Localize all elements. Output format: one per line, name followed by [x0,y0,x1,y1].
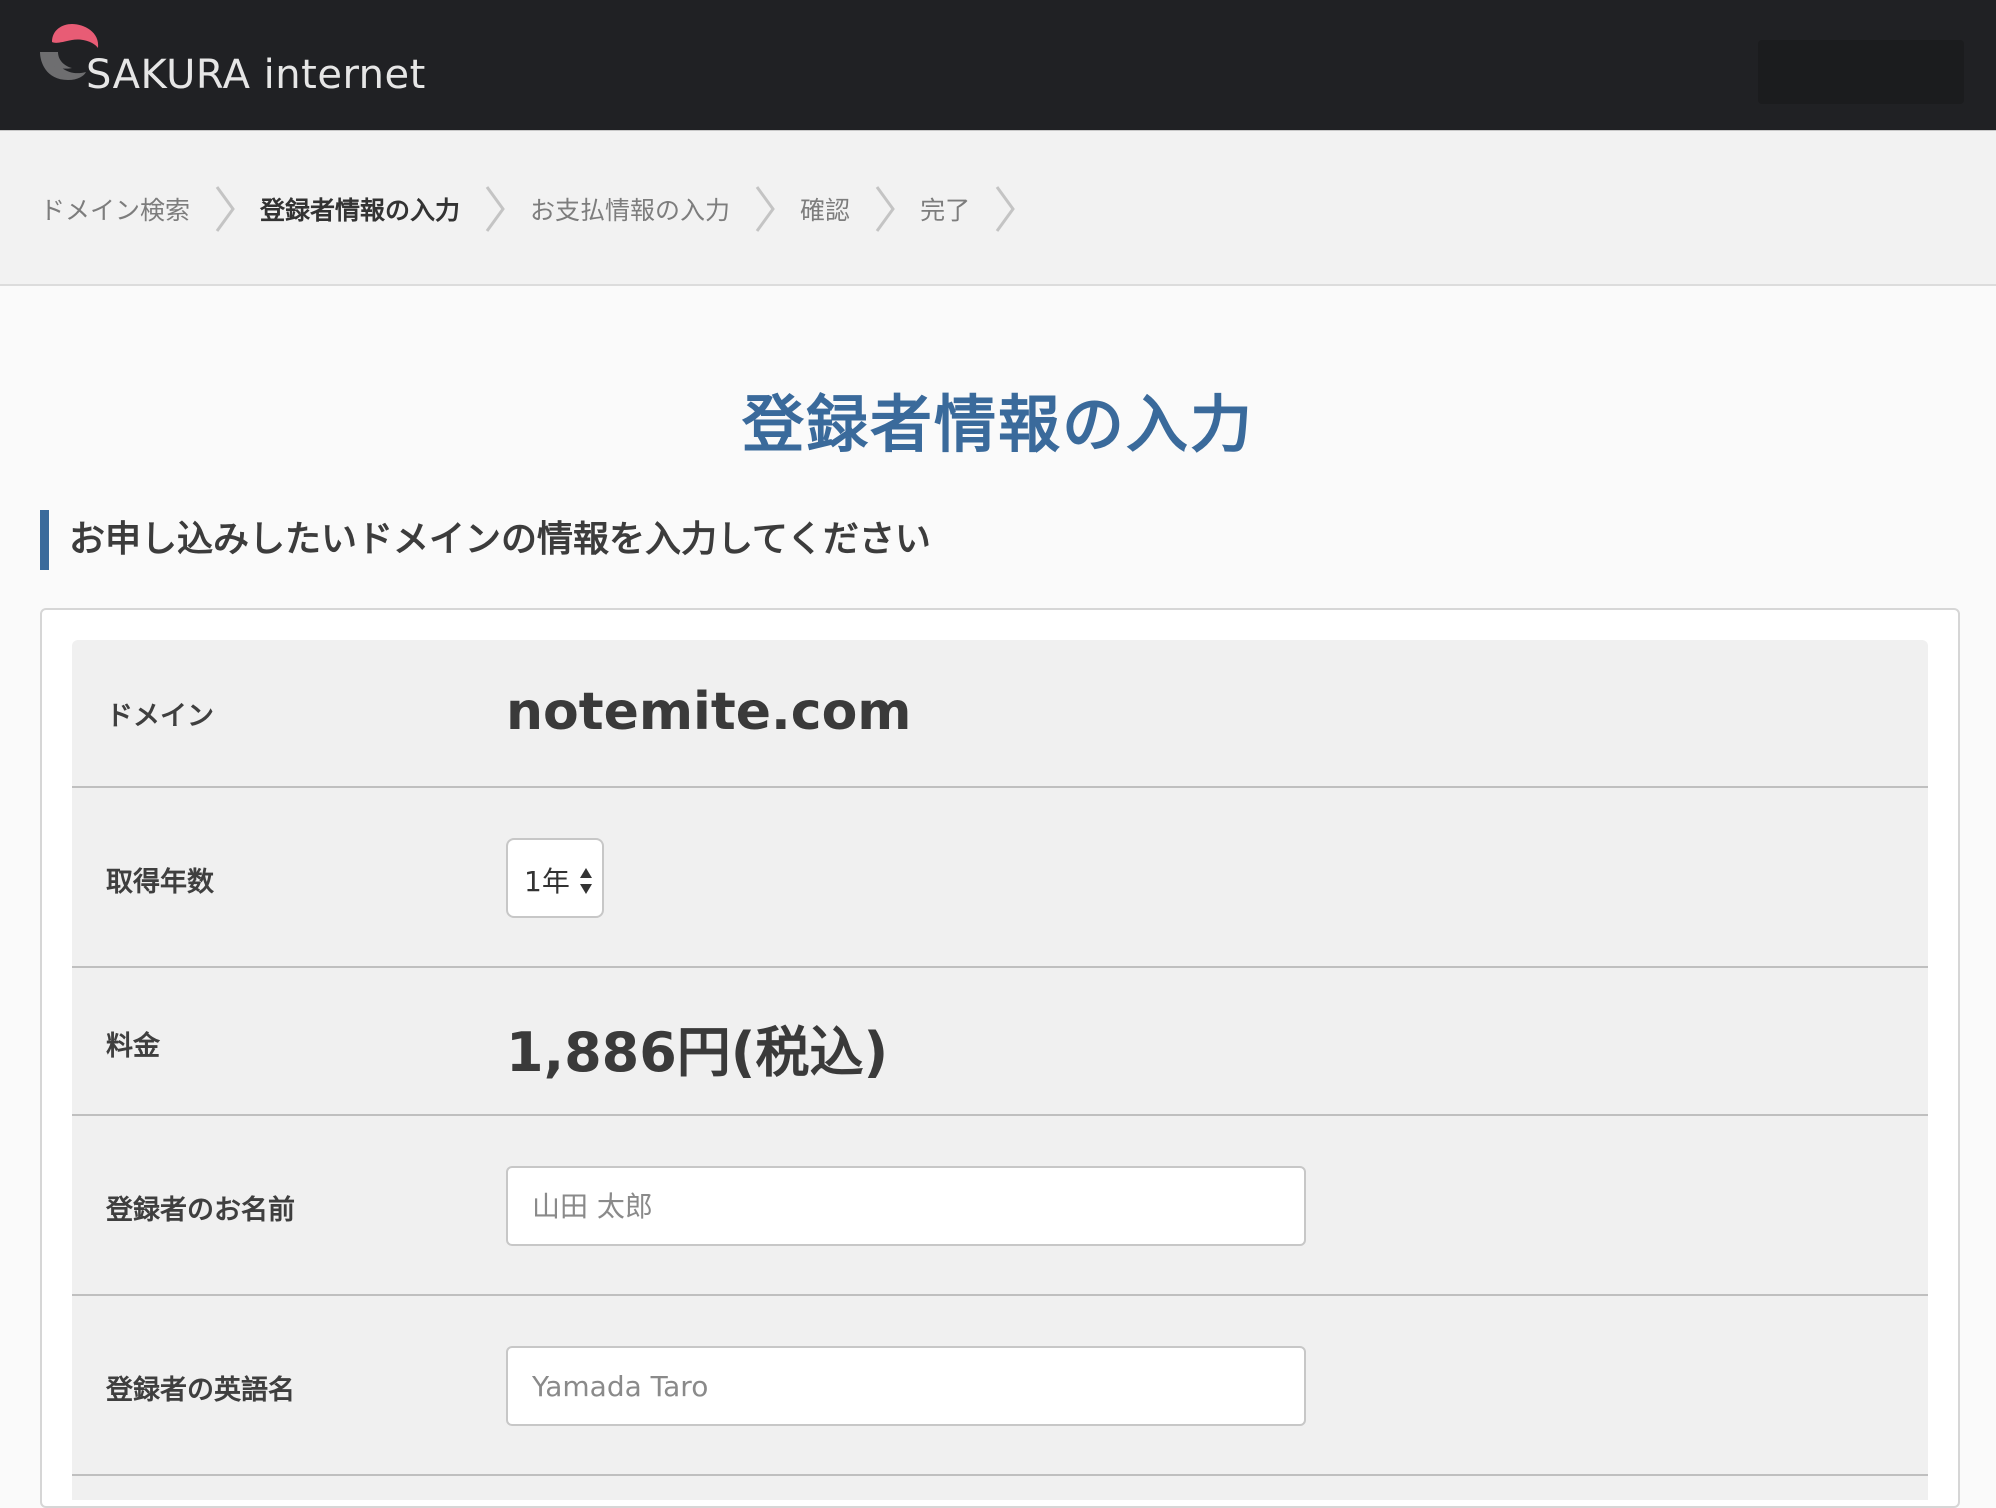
breadcrumb-step-label: 登録者情報の入力 [260,196,461,225]
breadcrumb-step-registrant-info: 登録者情報の入力 [260,185,530,233]
price-value: 1,886円(税込) [506,1021,889,1084]
chevron-right-icon [994,185,1016,233]
registrant-english-name-row: 登録者の英語名 [72,1296,1928,1476]
registration-form: ドメイン notemite.com 取得年数 1年 料金 1,886円(税込) … [72,640,1928,1500]
price-label: 料金 [106,1031,160,1062]
breadcrumb-step-confirm: 確認 [800,185,920,233]
page-title: 登録者情報の入力 [741,388,1254,461]
top-header: SAKURA internet [0,0,1996,130]
breadcrumb-step-label: ドメイン検索 [40,196,191,225]
chevron-right-icon [874,185,896,233]
price-row: 料金 1,886円(税込) [72,968,1928,1116]
breadcrumb-step-label: お支払情報の入力 [530,196,731,225]
registrant-name-label: 登録者のお名前 [106,1195,295,1226]
select-arrows-icon [578,866,594,903]
breadcrumb-step-complete: 完了 [920,185,1040,233]
domain-row: ドメイン notemite.com [72,640,1928,788]
domain-value: notemite.com [506,682,912,742]
breadcrumb-step-label: 確認 [800,196,851,225]
registrant-name-input[interactable] [506,1166,1306,1246]
step-breadcrumb: ドメイン検索 登録者情報の入力 お支払情報の入力 確認 完了 [0,130,1996,286]
chevron-right-icon [214,185,236,233]
header-account-button[interactable] [1758,40,1964,104]
registrant-name-row: 登録者のお名前 [72,1116,1928,1296]
logo-text: SAKURA internet [86,52,426,98]
years-selected-value: 1年 [524,865,570,898]
chevron-right-icon [484,185,506,233]
chevron-right-icon [754,185,776,233]
section-heading: お申し込みしたいドメインの情報を入力してください [40,510,931,570]
years-label: 取得年数 [106,867,214,898]
years-select[interactable]: 1年 [506,838,604,918]
registrant-english-name-label: 登録者の英語名 [106,1375,295,1406]
years-row: 取得年数 1年 [72,788,1928,968]
registrant-english-name-input[interactable] [506,1346,1306,1426]
breadcrumb-step-label: 完了 [920,196,971,225]
breadcrumb-step-payment-info: お支払情報の入力 [530,185,800,233]
domain-label: ドメイン [106,701,214,732]
breadcrumb-step-domain-search[interactable]: ドメイン検索 [40,185,260,233]
sakura-logo[interactable]: SAKURA internet [38,22,458,102]
